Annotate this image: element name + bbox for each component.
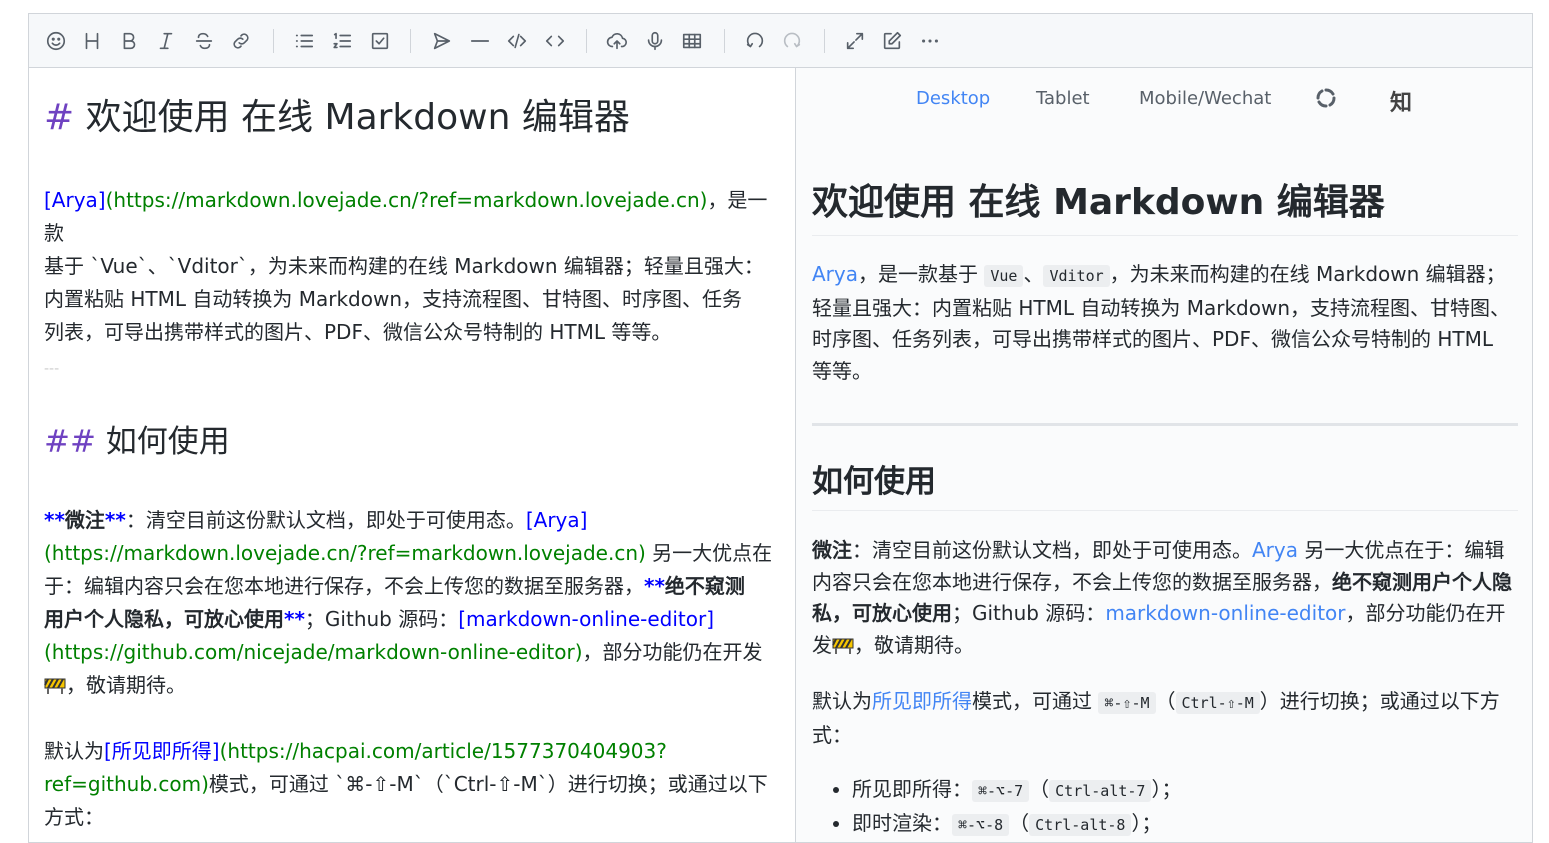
wechat-share-icon[interactable]	[1314, 86, 1338, 115]
preview-paragraph-3: 默认为所见即所得模式，可通过 ⌘-⇧-M （Ctrl-⇧-M ）进行切换；或通过以下…	[812, 689, 1500, 747]
construction-icon	[44, 673, 66, 695]
record-icon[interactable]	[642, 28, 668, 54]
preview-paragraph-2: 微注：清空目前这份默认文档，即处于可使用态。Arya 另一大优点在于：编辑内容只…	[812, 538, 1512, 657]
table-icon[interactable]	[679, 28, 705, 54]
preview-heading-2: 如何使用	[812, 464, 936, 500]
strike-icon[interactable]	[191, 28, 217, 54]
preview-heading-1: 欢迎使用 在线 Markdown 编辑器	[812, 182, 1385, 223]
construction-icon	[832, 634, 854, 656]
zhihu-button[interactable]: 知	[1390, 85, 1412, 117]
line-icon[interactable]	[467, 28, 493, 54]
arya-link[interactable]: Arya	[812, 262, 858, 286]
preview-pane: Desktop Tablet Mobile/Wechat 知 欢迎使用 在线 M…	[796, 68, 1532, 842]
md-heading-2: ## 如何使用	[44, 424, 230, 460]
md-heading-1: # 欢迎使用 在线 Markdown 编辑器	[44, 97, 630, 138]
github-repo-link[interactable]: markdown-online-editor	[1105, 601, 1345, 625]
md-hr: ---	[44, 361, 60, 377]
toolbar	[29, 14, 1532, 68]
list-item: 即时渲染：⌘-⌥-8（Ctrl-alt-8）；	[852, 808, 1518, 842]
emoji-icon[interactable]	[43, 28, 69, 54]
heading-2-underline	[812, 510, 1518, 511]
bullet-list-icon[interactable]	[291, 28, 317, 54]
arya-link-2[interactable]: Arya	[1252, 538, 1298, 562]
preview-paragraph-1: Arya，是一款基于 Vue、 Vditor ，为未来而构建的在线 Markdown…	[812, 262, 1511, 383]
link-icon[interactable]	[228, 28, 254, 54]
heading-icon[interactable]	[79, 28, 105, 54]
check-list-icon[interactable]	[367, 28, 393, 54]
edit-mode-icon[interactable]	[879, 28, 905, 54]
quote-icon[interactable]	[429, 28, 455, 54]
wysiwyg-link[interactable]: 所见即所得	[872, 689, 972, 713]
italic-icon[interactable]	[153, 28, 179, 54]
list-item: 所见即所得：⌘-⌥-7（Ctrl-alt-7）；	[852, 774, 1518, 808]
ordered-list-icon[interactable]	[329, 28, 355, 54]
fullscreen-icon[interactable]	[842, 28, 868, 54]
more-icon[interactable]	[917, 28, 943, 54]
md-paragraph-1: [Arya](https://markdown.lovejade.cn/?ref…	[44, 188, 768, 344]
bold-icon[interactable]	[116, 28, 142, 54]
heading-underline	[812, 235, 1518, 236]
device-tabs: Desktop Tablet Mobile/Wechat 知	[796, 68, 1532, 128]
code-block-icon[interactable]	[542, 28, 568, 54]
redo-icon[interactable]	[779, 28, 805, 54]
md-paragraph-2: **微注**：清空目前这份默认文档，即处于可使用态。[Arya] (https:…	[44, 508, 773, 697]
editor-frame: # 欢迎使用 在线 Markdown 编辑器 [Arya](https://ma…	[28, 13, 1533, 843]
upload-icon[interactable]	[604, 28, 630, 54]
markdown-editor[interactable]: # 欢迎使用 在线 Markdown 编辑器 [Arya](https://ma…	[29, 68, 796, 842]
preview-hr	[812, 423, 1518, 426]
undo-icon[interactable]	[742, 28, 768, 54]
tab-tablet[interactable]: Tablet	[1036, 88, 1090, 109]
tab-desktop[interactable]: Desktop	[916, 88, 990, 109]
tab-mobile-wechat[interactable]: Mobile/Wechat	[1139, 88, 1271, 109]
md-paragraph-3: 默认为[所见即所得](https://hacpai.com/article/15…	[44, 739, 768, 829]
inline-code-icon[interactable]	[504, 28, 530, 54]
